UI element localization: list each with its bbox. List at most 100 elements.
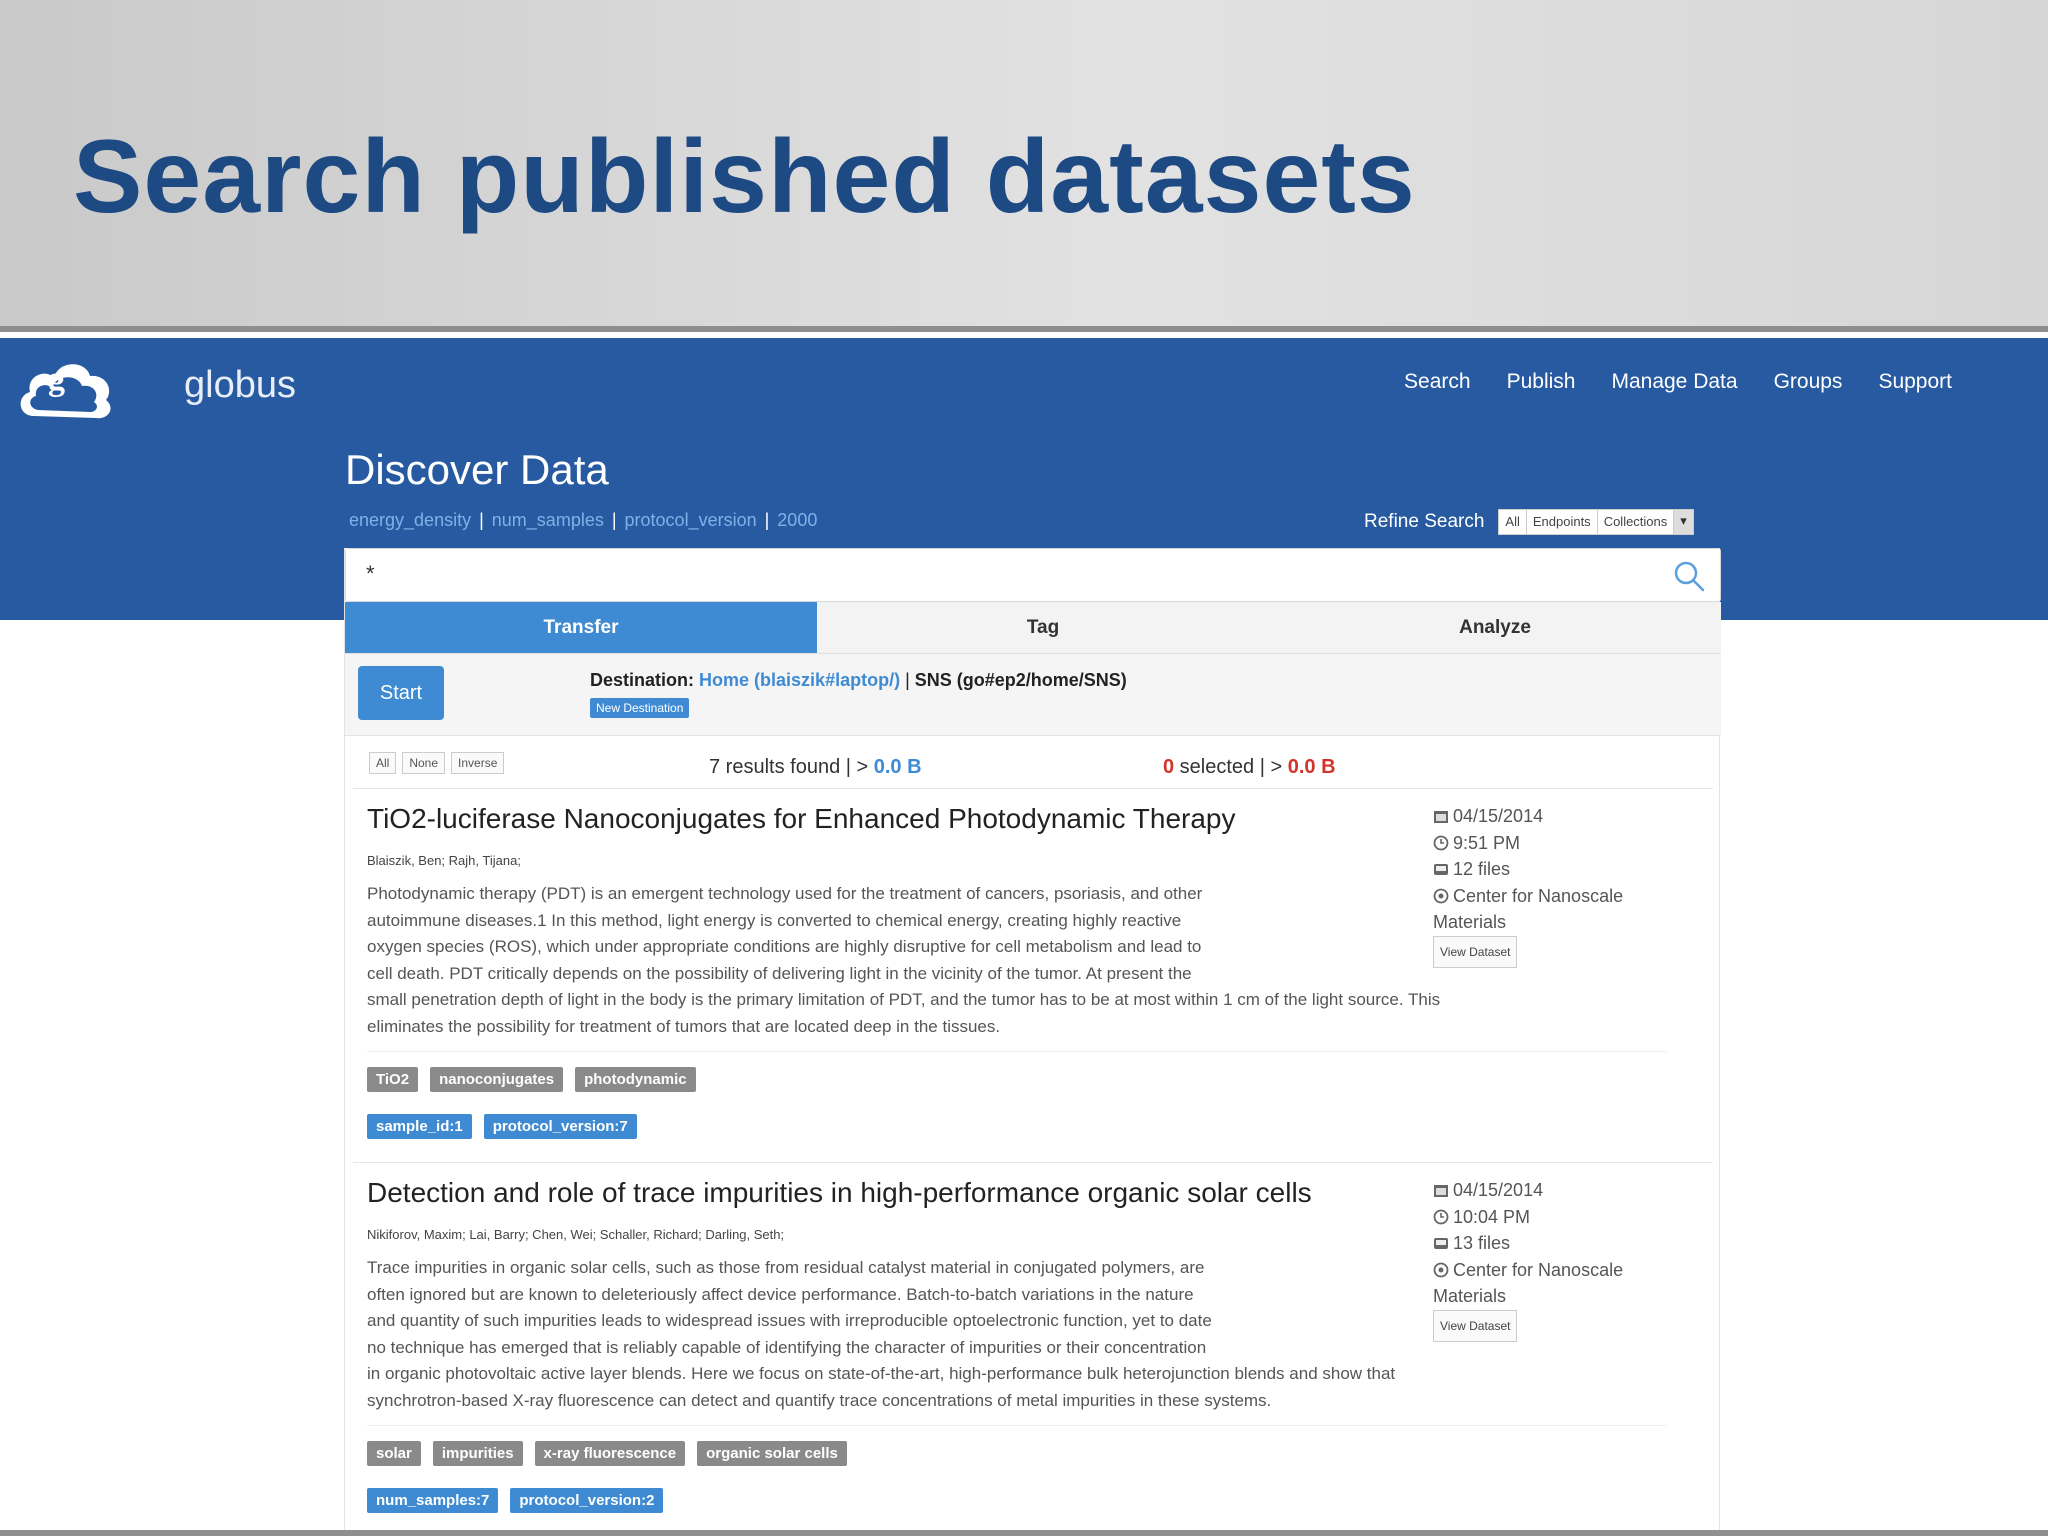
refine-search-select[interactable]: All Endpoints Collections ▾ [1498,509,1694,535]
kv-tag-badge[interactable]: num_samples:7 [367,1488,499,1513]
calendar-icon [1434,1185,1448,1197]
clock-icon [1433,1209,1449,1224]
slide-title: Search published datasets [73,119,1416,235]
tag-badge[interactable]: photodynamic [575,1067,696,1092]
results-bar: All None Inverse 7 results found | > 0.0… [345,746,1721,786]
destination-separator: | [900,670,915,690]
select-all-button[interactable]: All [369,752,397,774]
tag-badge[interactable]: TiO2 [367,1067,419,1092]
action-tabs: Transfer Tag Analyze [345,602,1721,654]
result-item: Detection and role of trace impurities i… [353,1162,1713,1536]
search-input[interactable] [346,549,1646,599]
facet-links: energy_density | num_samples | protocol_vers… [349,510,817,531]
destination-sns: SNS (go#ep2/home/SNS) [914,670,1127,690]
search-icon[interactable] [1672,559,1706,593]
facet-link[interactable]: protocol_version [625,510,757,530]
result-org-line2: Materials [1433,912,1507,932]
start-button[interactable]: Start [358,666,444,720]
svg-text:g: g [48,361,65,398]
result-org: Center for Nanoscale [1453,885,1624,906]
selected-count: 0 selected | > 0.0 B [1163,756,1336,779]
result-files: 13 files [1453,1233,1511,1253]
search-box [345,548,1721,602]
facet-separator: | [611,510,617,530]
result-org: Center for Nanoscale [1453,1259,1624,1280]
result-meta: 04/15/2014 9:51 PM 12 files Center for N… [1433,803,1663,968]
result-item: TiO2-luciferase Nanoconjugates for Enhan… [353,788,1713,1162]
result-authors: Nikiforov, Maxim; Lai, Barry; Chen, Wei;… [367,1227,785,1242]
tab-tag[interactable]: Tag [817,602,1269,653]
abstract-line: autoimmune diseases.1 In this method, li… [367,910,1182,930]
top-nav: Search Publish Manage Data Groups Suppor… [1404,370,1952,394]
nav-groups[interactable]: Groups [1774,370,1843,394]
abstract-line: eliminates the possibility for treatment… [367,1016,1001,1036]
nav-manage-data[interactable]: Manage Data [1611,370,1737,394]
refine-search: Refine Search All Endpoints Collections … [1364,509,1694,535]
refine-option-endpoints[interactable]: Endpoints [1527,510,1598,534]
result-title[interactable]: Detection and role of trace impurities i… [367,1177,1312,1209]
result-authors: Blaiszik, Ben; Rajh, Tijana; [367,853,521,868]
files-icon [1434,864,1448,875]
abstract-line: Photodynamic therapy (PDT) is an emergen… [367,884,1203,903]
results-count: 7 results found | > 0.0 B [709,756,922,779]
tag-badge[interactable]: solar [367,1441,421,1466]
calendar-icon [1434,811,1448,823]
facet-link[interactable]: 2000 [777,510,817,530]
result-divider [367,1051,1667,1052]
refine-option-collections[interactable]: Collections [1598,510,1675,534]
result-kv-tags: sample_id:1 protocol_version:7 [367,1114,637,1139]
tag-badge[interactable]: organic solar cells [697,1441,847,1466]
abstract-line: synchrotron-based X-ray fluorescence can… [367,1390,1272,1410]
tab-analyze[interactable]: Analyze [1269,602,1721,653]
result-kv-tags: num_samples:7 protocol_version:2 [367,1488,664,1513]
selected-text: selected | > [1174,756,1283,778]
facet-link[interactable]: num_samples [492,510,604,530]
refine-search-label: Refine Search [1364,511,1485,532]
result-meta: 04/15/2014 10:04 PM 13 files Center for … [1433,1177,1663,1342]
tag-badge[interactable]: x-ray fluorescence [534,1441,686,1466]
facet-link[interactable]: energy_density [349,510,471,530]
destination-home-link[interactable]: Home (blaiszik#laptop/) [699,670,900,690]
facet-separator: | [764,510,770,530]
selected-size: 0.0 B [1287,756,1336,778]
abstract-line: often ignored but are known to deleterio… [367,1284,1194,1304]
result-abstract: Trace impurities in organic solar cells,… [367,1255,1607,1414]
abstract-line: and quantity of such impurities leads to… [367,1311,1212,1330]
brand-name[interactable]: globus [184,364,296,407]
abstract-line: in organic photovoltaic active layer ble… [367,1364,1396,1383]
abstract-line: small penetration depth of light in the … [367,990,1441,1009]
kv-tag-badge[interactable]: sample_id:1 [367,1114,472,1139]
result-tags: solar impurities x-ray fluorescence orga… [367,1441,847,1466]
refine-option-all[interactable]: All [1499,510,1527,534]
result-title[interactable]: TiO2-luciferase Nanoconjugates for Enhan… [367,803,1236,835]
nav-publish[interactable]: Publish [1507,370,1576,394]
tab-transfer[interactable]: Transfer [345,602,817,653]
result-date: 04/15/2014 [1453,806,1544,826]
selected-number: 0 [1163,756,1175,778]
new-destination-button[interactable]: New Destination [590,698,690,718]
slide-header: Search published datasets [0,0,2048,332]
clock-icon [1433,835,1449,850]
globus-cloud-logo[interactable]: g [12,346,118,426]
nav-search[interactable]: Search [1404,370,1471,394]
organization-icon [1433,888,1449,903]
select-inverse-button[interactable]: Inverse [451,752,505,774]
nav-support[interactable]: Support [1878,370,1952,394]
results-found-size: 0.0 B [873,756,922,778]
tag-badge[interactable]: impurities [432,1441,523,1466]
facet-separator: | [479,510,484,530]
view-dataset-button[interactable]: View Dataset [1433,935,1518,968]
slide-bottom-border [0,1530,2048,1536]
select-none-button[interactable]: None [402,752,446,774]
destination-label: Destination: [590,670,695,690]
abstract-line: Trace impurities in organic solar cells,… [367,1258,1205,1277]
transfer-panel: Start Destination: Home (blaiszik#laptop… [345,654,1721,736]
kv-tag-badge[interactable]: protocol_version:7 [483,1114,637,1139]
kv-tag-badge[interactable]: protocol_version:2 [510,1488,664,1513]
chevron-down-icon[interactable]: ▾ [1674,510,1693,534]
page-title: Discover Data [345,446,609,493]
result-tags: TiO2 nanoconjugates photodynamic [367,1067,696,1092]
tag-badge[interactable]: nanoconjugates [430,1067,564,1092]
view-dataset-button[interactable]: View Dataset [1433,1309,1518,1342]
results-found-text: 7 results found | > [709,756,869,778]
